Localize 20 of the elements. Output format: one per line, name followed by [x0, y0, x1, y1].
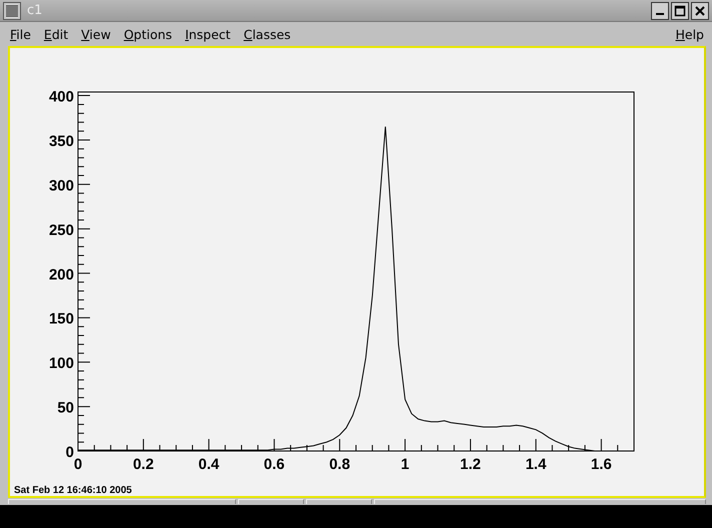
y-tick-label: 300	[48, 177, 74, 194]
x-tick-label: 0.2	[132, 456, 154, 473]
timestamp: Sat Feb 12 16:46:10 2005	[14, 485, 132, 496]
x-tick-label: 1	[400, 456, 410, 473]
window-title: c1	[27, 3, 44, 18]
y-tick-label: 250	[48, 222, 74, 239]
x-tick-label: 0.6	[264, 456, 285, 473]
x-tick-label: 1.6	[590, 456, 612, 473]
y-tick-label: 0	[66, 444, 74, 461]
x-tick-label: 0.8	[329, 456, 350, 473]
y-tick-label: 400	[48, 88, 74, 106]
y-tick-label: 200	[48, 266, 74, 284]
y-tick-label: 150	[48, 310, 74, 328]
x-tick-label: 1.2	[460, 456, 481, 473]
y-tick-label: 50	[57, 400, 74, 417]
y-tick-label: 350	[48, 132, 74, 150]
x-tick-label: 0	[74, 456, 82, 473]
x-tick-label: 1.4	[525, 456, 546, 473]
y-tick-label: 100	[48, 355, 74, 372]
x-tick-label: 0.4	[198, 456, 220, 473]
